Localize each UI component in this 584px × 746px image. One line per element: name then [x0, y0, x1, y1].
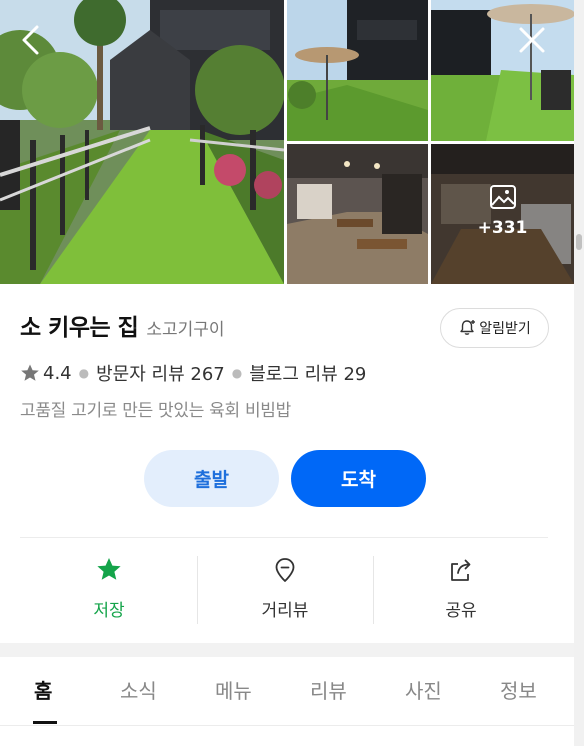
street-view-label: 거리뷰 — [261, 601, 309, 621]
tab-bar: 홈 소식 메뉴 리뷰 사진 정보 — [0, 657, 574, 725]
tab-info[interactable]: 정보 — [500, 675, 537, 704]
photo-gallery: +331 — [0, 0, 574, 284]
tab-reviews[interactable]: 리뷰 — [310, 675, 347, 704]
tab-news[interactable]: 소식 — [120, 675, 157, 704]
image-icon — [489, 184, 517, 210]
notify-button[interactable]: 알림받기 — [440, 308, 549, 348]
save-button[interactable]: 저장 — [21, 552, 197, 628]
tab-home[interactable]: 홈 — [34, 675, 52, 704]
separator-dot: ● — [78, 366, 90, 380]
divider — [0, 725, 574, 726]
back-arrow-icon — [22, 25, 39, 55]
scrollbar-thumb[interactable] — [576, 234, 582, 250]
rating-review-row: 4.4 ● 방문자 리뷰 267 ● 블로그 리뷰 29 — [20, 360, 366, 386]
share-icon — [451, 559, 471, 581]
gallery-photo[interactable] — [431, 0, 574, 141]
notify-label: 알림받기 — [479, 321, 531, 337]
close-button[interactable] — [512, 20, 552, 60]
gallery-more-photo[interactable]: +331 — [431, 144, 574, 284]
share-button[interactable]: 공유 — [373, 552, 549, 628]
star-icon — [97, 558, 121, 580]
close-icon — [519, 27, 545, 53]
divider — [20, 537, 548, 538]
separator-dot: ● — [231, 366, 243, 380]
tab-menu[interactable]: 메뉴 — [215, 675, 252, 704]
star-icon — [21, 364, 39, 381]
tab-photos[interactable]: 사진 — [405, 675, 442, 704]
active-tab-indicator — [33, 721, 57, 724]
depart-button[interactable]: 출발 — [144, 450, 279, 507]
more-photos-count: +331 — [477, 218, 528, 238]
save-label: 저장 — [93, 601, 125, 621]
gallery-photo[interactable] — [287, 144, 428, 284]
place-description: 고품질 고기로 만든 맛있는 육회 비빔밥 — [20, 401, 291, 421]
back-button[interactable] — [12, 20, 52, 60]
section-gap — [0, 643, 574, 657]
more-photos-overlay[interactable]: +331 — [431, 184, 574, 238]
place-category: 소고기구이 — [146, 320, 225, 340]
visitor-reviews-link[interactable]: 방문자 리뷰 267 — [96, 360, 225, 386]
bell-plus-icon — [460, 320, 476, 335]
map-pin-icon — [275, 558, 295, 582]
blog-reviews-link[interactable]: 블로그 리뷰 29 — [249, 360, 366, 386]
scrollbar[interactable] — [574, 0, 584, 746]
gallery-photo[interactable] — [287, 0, 428, 141]
street-view-button[interactable]: 거리뷰 — [197, 552, 373, 628]
place-name: 소 키우는 집 — [20, 315, 139, 341]
arrive-button[interactable]: 도착 — [291, 450, 426, 507]
rating-value: 4.4 — [43, 362, 72, 384]
place-title-row: 소 키우는 집 소고기구이 — [20, 308, 225, 348]
share-label: 공유 — [445, 601, 477, 621]
